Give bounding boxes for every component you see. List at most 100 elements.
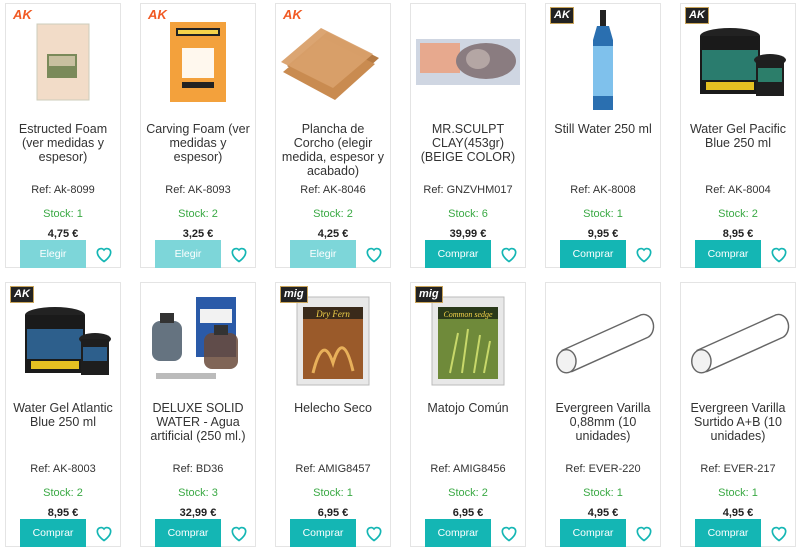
- product-ref: Ref: AK-8004: [705, 184, 771, 196]
- brand-logo: AK: [13, 7, 32, 22]
- product-title[interactable]: Matojo Común: [415, 401, 521, 451]
- heart-icon[interactable]: [769, 244, 789, 264]
- product-title[interactable]: Water Gel Pacific Blue 250 ml: [685, 122, 791, 172]
- product-image[interactable]: [685, 287, 791, 395]
- choose-button[interactable]: Elegir: [20, 240, 86, 268]
- product-stock: Stock: 1: [583, 208, 623, 220]
- product-stock: Stock: 1: [43, 208, 83, 220]
- product-ref: Ref: AK-8093: [165, 184, 231, 196]
- product-image[interactable]: [280, 8, 386, 116]
- buy-button[interactable]: Comprar: [155, 519, 221, 547]
- heart-icon[interactable]: [364, 523, 384, 543]
- product-image[interactable]: [10, 287, 116, 395]
- product-image[interactable]: [550, 8, 656, 116]
- brand-logo: AK: [283, 7, 302, 22]
- product-image[interactable]: [550, 287, 656, 395]
- product-stock: Stock: 3: [178, 487, 218, 499]
- product-title[interactable]: Plancha de Corcho (elegir medida, espeso…: [280, 122, 386, 178]
- product-title[interactable]: Helecho Seco: [280, 401, 386, 451]
- product-card[interactable]: AK Estructed Foam (ver medidas y espesor…: [5, 3, 121, 268]
- heart-icon[interactable]: [499, 523, 519, 543]
- product-ref: Ref: AK-8046: [300, 184, 366, 196]
- product-image[interactable]: [415, 8, 521, 116]
- product-stock: Stock: 1: [718, 487, 758, 499]
- product-card[interactable]: DELUXE SOLID WATER - Agua artificial (25…: [140, 282, 256, 547]
- product-image[interactable]: [10, 8, 116, 116]
- product-price: 8,95 €: [47, 507, 79, 519]
- buy-button[interactable]: Comprar: [20, 519, 86, 547]
- product-title[interactable]: MR.SCULPT CLAY(453gr) (BEIGE COLOR): [415, 122, 521, 172]
- product-title[interactable]: Still Water 250 ml: [550, 122, 656, 172]
- heart-icon[interactable]: [769, 523, 789, 543]
- product-title[interactable]: Estructed Foam (ver medidas y espesor): [10, 122, 116, 172]
- product-price: 3,25 €: [182, 228, 214, 240]
- choose-button[interactable]: Elegir: [290, 240, 356, 268]
- pack-label: Common sedge: [443, 310, 493, 319]
- buy-button[interactable]: Comprar: [560, 519, 626, 547]
- product-price: 9,95 €: [587, 228, 619, 240]
- product-price: 4,95 €: [722, 507, 754, 519]
- product-stock: Stock: 2: [448, 487, 488, 499]
- pack-label: Dry Fern: [315, 309, 350, 319]
- buy-button[interactable]: Comprar: [560, 240, 626, 268]
- product-image[interactable]: [145, 287, 251, 395]
- product-price: 4,75 €: [47, 228, 79, 240]
- product-image[interactable]: [685, 8, 791, 116]
- buy-button[interactable]: Comprar: [290, 519, 356, 547]
- product-card[interactable]: AK Water Gel Atlantic Blue 250 ml Ref: A…: [5, 282, 121, 547]
- choose-button[interactable]: Elegir: [155, 240, 221, 268]
- product-price: 39,99 €: [449, 228, 487, 240]
- product-image[interactable]: Dry Fern: [280, 287, 386, 395]
- product-stock: Stock: 2: [313, 208, 353, 220]
- product-stock: Stock: 1: [313, 487, 353, 499]
- product-card[interactable]: AK Still Water 250 ml Ref: AK-8008 Stock…: [545, 3, 661, 268]
- product-card[interactable]: Evergreen Varilla Surtido A+B (10 unidad…: [680, 282, 796, 547]
- heart-icon[interactable]: [94, 523, 114, 543]
- product-stock: Stock: 6: [448, 208, 488, 220]
- buy-button[interactable]: Comprar: [695, 519, 761, 547]
- buy-button[interactable]: Comprar: [695, 240, 761, 268]
- product-card[interactable]: AK Plancha de Corcho (elegir medida, esp…: [275, 3, 391, 268]
- product-title[interactable]: Evergreen Varilla 0,88mm (10 unidades): [550, 401, 656, 451]
- product-price: 4,95 €: [587, 507, 619, 519]
- product-card[interactable]: AK Water Gel Pacific Blue 250 ml Ref: AK…: [680, 3, 796, 268]
- product-image[interactable]: [145, 8, 251, 116]
- buy-button[interactable]: Comprar: [425, 240, 491, 268]
- brand-logo: mig: [280, 286, 308, 303]
- product-ref: Ref: EVER-220: [565, 463, 641, 475]
- product-ref: Ref: AMIG8457: [295, 463, 371, 475]
- product-ref: Ref: EVER-217: [700, 463, 776, 475]
- heart-icon[interactable]: [94, 244, 114, 264]
- buy-button[interactable]: Comprar: [425, 519, 491, 547]
- product-title[interactable]: Carving Foam (ver medidas y espesor): [145, 122, 251, 172]
- brand-logo: AK: [550, 7, 574, 24]
- product-card[interactable]: MR.SCULPT CLAY(453gr) (BEIGE COLOR) Ref:…: [410, 3, 526, 268]
- product-price: 32,99 €: [179, 507, 217, 519]
- heart-icon[interactable]: [229, 523, 249, 543]
- product-ref: Ref: AK-8003: [30, 463, 96, 475]
- product-price: 6,95 €: [452, 507, 484, 519]
- product-title[interactable]: Water Gel Atlantic Blue 250 ml: [10, 401, 116, 451]
- product-title[interactable]: DELUXE SOLID WATER - Agua artificial (25…: [145, 401, 251, 451]
- brand-logo: AK: [148, 7, 167, 22]
- brand-logo: AK: [10, 286, 34, 303]
- brand-logo: mig: [415, 286, 443, 303]
- product-card[interactable]: Evergreen Varilla 0,88mm (10 unidades) R…: [545, 282, 661, 547]
- heart-icon[interactable]: [499, 244, 519, 264]
- heart-icon[interactable]: [229, 244, 249, 264]
- product-price: 4,25 €: [317, 228, 349, 240]
- product-ref: Ref: GNZVHM017: [423, 184, 513, 196]
- product-price: 8,95 €: [722, 228, 754, 240]
- product-image[interactable]: Common sedge: [415, 287, 521, 395]
- product-ref: Ref: AMIG8456: [430, 463, 506, 475]
- product-card[interactable]: AK Carving Foam (ver medidas y espesor) …: [140, 3, 256, 268]
- product-card[interactable]: mig Common sedge Matojo Común Ref: AMIG8…: [410, 282, 526, 547]
- product-ref: Ref: AK-8008: [570, 184, 636, 196]
- product-stock: Stock: 2: [718, 208, 758, 220]
- heart-icon[interactable]: [364, 244, 384, 264]
- product-title[interactable]: Evergreen Varilla Surtido A+B (10 unidad…: [685, 401, 791, 451]
- product-stock: Stock: 2: [43, 487, 83, 499]
- product-card[interactable]: mig Dry Fern Helecho Seco Ref: AMIG8457 …: [275, 282, 391, 547]
- heart-icon[interactable]: [634, 523, 654, 543]
- heart-icon[interactable]: [634, 244, 654, 264]
